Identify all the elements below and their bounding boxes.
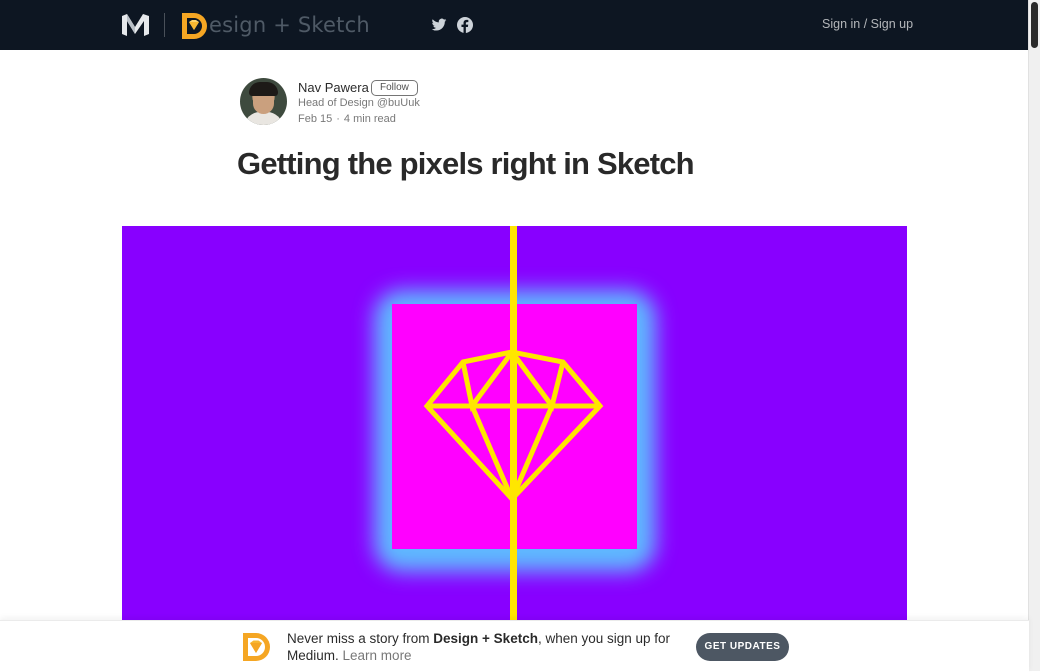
scrollbar[interactable] <box>1028 0 1040 671</box>
design-sketch-logo-icon <box>243 633 270 661</box>
author-bio: Head of Design @buUuk <box>298 97 420 109</box>
banner-text-prefix: Never miss a story from <box>287 631 434 646</box>
post-date[interactable]: Feb 15 <box>298 113 332 125</box>
read-time: 4 min read <box>343 113 396 125</box>
meta-separator: · <box>336 113 340 125</box>
publication-name: esign + Sketch <box>209 13 370 37</box>
signup-banner: Never miss a story from Design + Sketch,… <box>0 620 1029 672</box>
facebook-icon[interactable] <box>457 17 473 33</box>
post-meta: Feb 15 · 4 min read <box>298 113 396 125</box>
get-updates-button[interactable]: GET UPDATES <box>696 633 789 661</box>
banner-text: Never miss a story from Design + Sketch,… <box>287 630 677 664</box>
follow-button[interactable]: Follow <box>371 80 418 96</box>
medium-logo-icon[interactable] <box>122 14 149 36</box>
scrollbar-thumb[interactable] <box>1031 2 1038 48</box>
author-avatar[interactable] <box>240 78 287 125</box>
design-sketch-d-icon <box>182 13 207 39</box>
publication-logo[interactable]: esign + Sketch <box>179 9 370 41</box>
author-name[interactable]: Nav Pawera <box>298 80 369 95</box>
publication-header: esign + Sketch Sign in / Sign up <box>0 0 1029 50</box>
hero-vertical-line <box>510 226 517 620</box>
article-title: Getting the pixels right in Sketch <box>237 146 695 181</box>
learn-more-link[interactable]: Learn more <box>343 648 412 663</box>
sign-in-link[interactable]: Sign in / Sign up <box>822 17 913 31</box>
twitter-icon[interactable] <box>431 17 447 33</box>
banner-publication: Design + Sketch <box>433 631 538 646</box>
hero-image <box>122 226 907 620</box>
logo-divider <box>164 13 165 37</box>
